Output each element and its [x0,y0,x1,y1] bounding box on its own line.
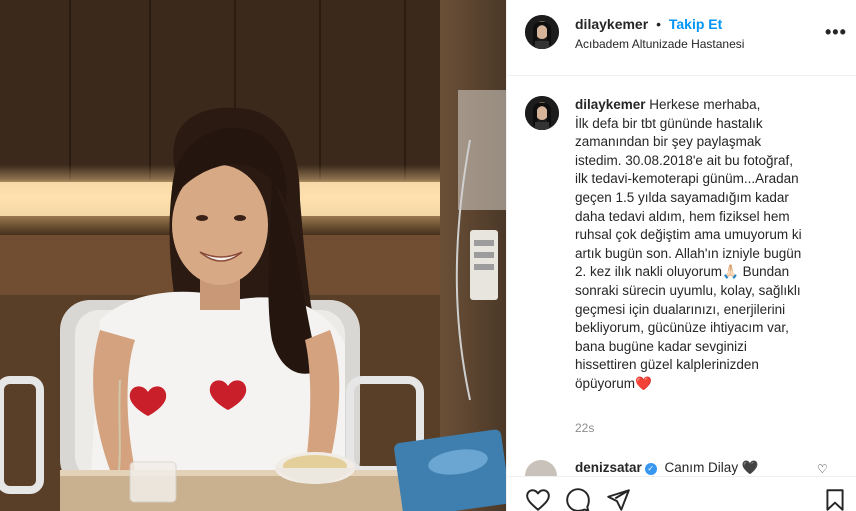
verified-badge-icon: ✓ [644,463,657,475]
comment-like-icon[interactable]: ♡ [817,462,828,476]
caption-text: dilaykemer Herkese merhaba, İlk defa bir… [575,96,845,394]
commenter-username[interactable]: denizsatar [575,460,642,475]
author-line: dilaykemer • Takip Et [575,16,722,32]
follow-button[interactable]: Takip Et [669,16,722,32]
comment-icon[interactable] [565,487,591,511]
author-avatar[interactable] [525,15,559,49]
heart-icon[interactable] [525,487,551,511]
post-photo[interactable] [0,0,506,511]
separator-dot: • [656,16,661,32]
share-icon[interactable] [605,487,631,511]
caption-username[interactable]: dilaykemer [575,97,646,112]
more-options-icon[interactable]: ••• [825,22,847,43]
bookmark-icon[interactable] [822,487,848,511]
post-header: dilaykemer • Takip Et Acıbadem Altunizad… [507,0,856,76]
caption-heart-emoji: ❤️ [635,375,652,391]
caption-section: dilaykemer Herkese merhaba, İlk defa bir… [507,76,856,456]
hospital-photo-illustration [0,0,506,511]
comment-line: denizsatar ✓ Canım Dilay 🖤 [575,460,759,476]
location-link[interactable]: Acıbadem Altunizade Hastanesi [575,37,744,51]
author-username[interactable]: dilaykemer [575,16,648,32]
caption-timestamp: 22s [575,421,595,435]
comment-item: denizsatar ✓ Canım Dilay 🖤 ♡ [507,456,856,476]
caption-avatar[interactable] [525,96,559,130]
caption-body: Herkese merhaba, İlk defa bir tbt gününd… [575,97,802,391]
avatar-illustration [525,15,559,49]
post-details-panel: dilaykemer • Takip Et Acıbadem Altunizad… [506,0,856,511]
action-bar [507,476,856,511]
comment-text: Canım Dilay 🖤 [664,460,759,475]
avatar-illustration [525,96,559,130]
commenter-avatar[interactable] [525,460,557,476]
